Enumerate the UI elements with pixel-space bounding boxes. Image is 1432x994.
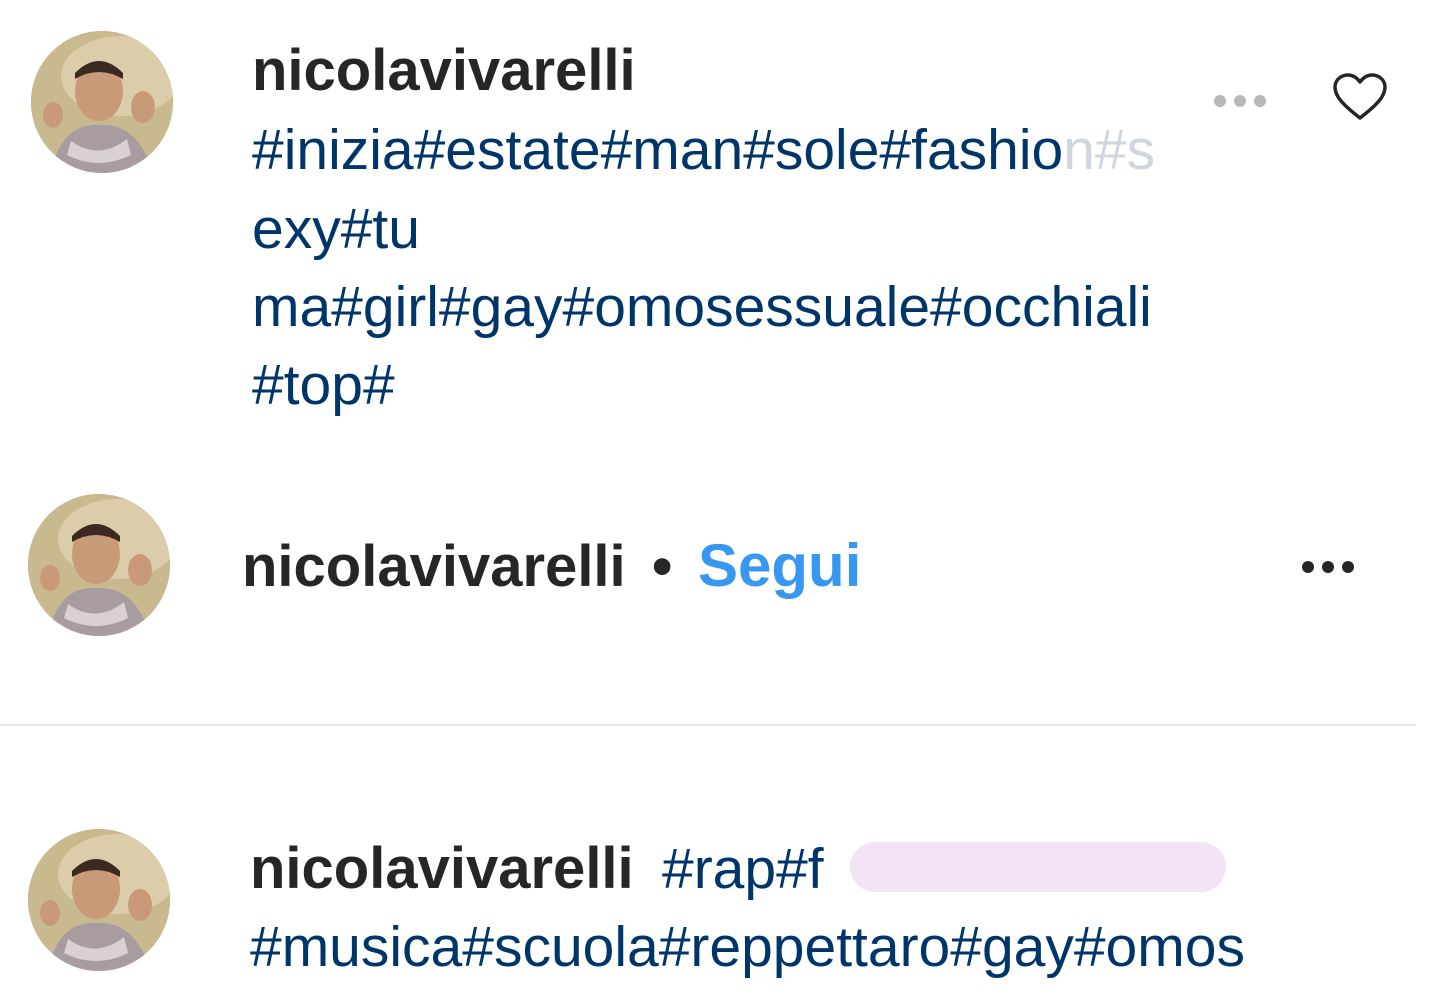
more-horizontal-icon <box>1214 95 1226 107</box>
post-author-username[interactable]: nicolavivarelli <box>242 534 626 600</box>
hashtag-text[interactable]: #top# <box>252 353 395 417</box>
more-horizontal-icon <box>1302 561 1314 573</box>
hashtag-text[interactable]: exy#tu <box>252 197 420 261</box>
divider <box>0 724 1416 726</box>
more-horizontal-icon <box>1322 561 1334 573</box>
instagram-comments-view: nicolavivarelli #inizia#estate#man#sole#… <box>0 0 1432 994</box>
avatar[interactable] <box>28 829 170 971</box>
heart-outline-icon[interactable] <box>1332 72 1388 122</box>
comment-caption-line: #top# <box>252 352 395 418</box>
post-options-button[interactable] <box>1302 561 1354 573</box>
profile-photo <box>28 494 170 636</box>
follow-button[interactable]: Segui <box>698 533 861 599</box>
avatar[interactable] <box>31 31 173 173</box>
separator-dot: • <box>652 534 673 599</box>
profile-photo <box>28 829 170 971</box>
comment-options-button[interactable] <box>1214 95 1266 107</box>
comment-caption-line: #inizia#estate#man#sole#fashion#s <box>252 117 1155 183</box>
more-horizontal-icon <box>1254 95 1266 107</box>
hashtag-text[interactable]: #inizia#estate#man#sole#fashio <box>252 118 1063 182</box>
hashtag-text-faded: n#s <box>1063 118 1156 182</box>
comment-username[interactable]: nicolavivarelli <box>250 836 634 902</box>
hashtag-text[interactable]: #rap#f <box>662 836 824 902</box>
more-horizontal-icon <box>1234 95 1246 107</box>
comment-username[interactable]: nicolavivarelli <box>252 38 636 104</box>
more-horizontal-icon <box>1342 561 1354 573</box>
profile-photo <box>31 31 173 173</box>
redaction-overlay <box>850 842 1226 892</box>
avatar[interactable] <box>28 494 170 636</box>
comment-caption-line: ma#girl#gay#omosessuale#occhiali <box>252 274 1152 340</box>
comment-caption-line: exy#tu <box>252 196 420 262</box>
hashtag-text[interactable]: ma#girl#gay#omosessuale#occhiali <box>252 275 1152 339</box>
hashtag-text[interactable]: #musica#scuola#reppettaro#gay#omos <box>250 914 1245 980</box>
